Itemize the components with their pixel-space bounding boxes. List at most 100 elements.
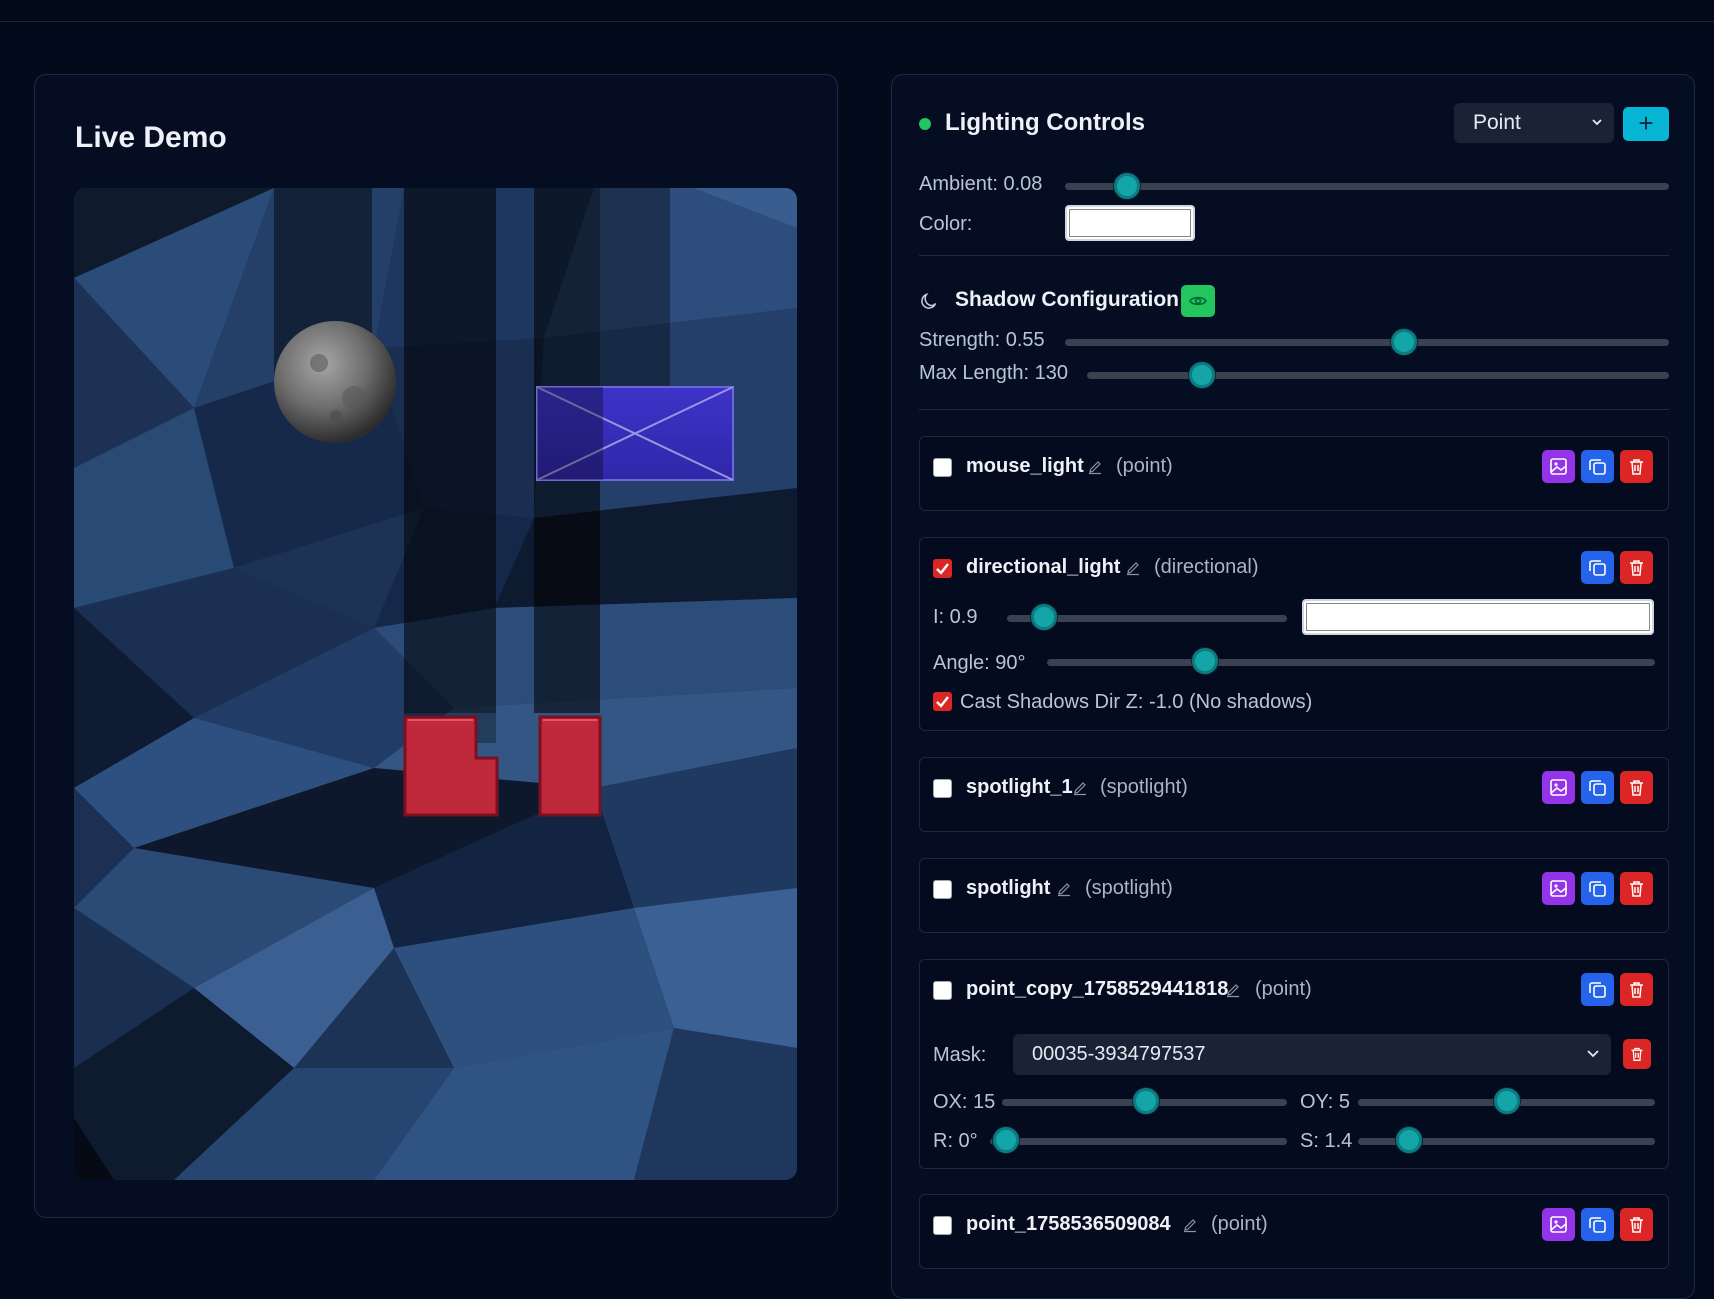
strength-label: Strength: 0.55: [919, 329, 1045, 351]
light-enable-checkbox[interactable]: [933, 559, 952, 578]
trash-icon: [1630, 780, 1643, 796]
delete-light-button[interactable]: [1620, 1208, 1653, 1241]
light-color-swatch[interactable]: [1302, 599, 1654, 635]
assign-mask-button[interactable]: [1542, 872, 1575, 905]
chevron-down-icon: [1592, 119, 1602, 126]
strength-slider[interactable]: [1065, 339, 1669, 346]
delete-light-button[interactable]: [1620, 973, 1653, 1006]
add-light-button[interactable]: +: [1623, 107, 1669, 141]
assign-mask-button[interactable]: [1542, 450, 1575, 483]
light-type: (spotlight): [1100, 776, 1188, 798]
pencil-icon[interactable]: [1182, 1217, 1198, 1233]
delete-light-button[interactable]: [1620, 450, 1653, 483]
pencil-icon[interactable]: [1225, 982, 1241, 998]
light-item-spotlight: spotlight (spotlight): [919, 858, 1669, 933]
image-icon: [1550, 1216, 1567, 1233]
light-name: spotlight_1: [966, 776, 1073, 798]
max-length-slider[interactable]: [1087, 372, 1669, 379]
angle-slider-thumb[interactable]: [1192, 648, 1218, 674]
assign-mask-button[interactable]: [1542, 771, 1575, 804]
trash-icon: [1630, 1217, 1643, 1233]
eye-icon: [1189, 296, 1207, 306]
ambient-label: Ambient: 0.08: [919, 173, 1043, 195]
duplicate-light-button[interactable]: [1581, 551, 1614, 584]
shadow-config-title: Shadow Configuration: [955, 288, 1179, 311]
pencil-icon[interactable]: [1087, 459, 1103, 475]
light-type-select[interactable]: Point: [1454, 103, 1614, 143]
duplicate-light-button[interactable]: [1581, 450, 1614, 483]
pencil-icon[interactable]: [1125, 560, 1141, 576]
light-item-directional-light: directional_light (directional) I: 0.9 A…: [919, 537, 1669, 731]
shadow-config-header: Shadow Configuration: [919, 283, 1669, 319]
strength-row: Strength: 0.55: [919, 329, 1669, 359]
rotation-slider[interactable]: [990, 1138, 1287, 1145]
pencil-icon[interactable]: [1072, 780, 1088, 796]
color-label: Color:: [919, 213, 973, 235]
offset-x-label: OX: 15: [933, 1091, 996, 1113]
color-row: Color:: [919, 205, 1669, 245]
delete-light-button[interactable]: [1620, 872, 1653, 905]
intensity-label: I: 0.9: [933, 606, 978, 628]
duplicate-light-button[interactable]: [1581, 771, 1614, 804]
red-bar-block[interactable]: [538, 715, 602, 817]
angle-label: Angle: 90°: [933, 652, 1026, 674]
light-name: spotlight: [966, 877, 1051, 899]
rotation-slider-thumb[interactable]: [993, 1127, 1019, 1153]
light-type: (directional): [1154, 556, 1259, 578]
light-enable-checkbox[interactable]: [933, 779, 952, 798]
light-enable-checkbox[interactable]: [933, 880, 952, 899]
assign-mask-button[interactable]: [1542, 1208, 1575, 1241]
offset-y-slider-thumb[interactable]: [1494, 1088, 1520, 1114]
ambient-slider[interactable]: [1065, 183, 1669, 190]
duplicate-light-button[interactable]: [1581, 1208, 1614, 1241]
status-dot: [919, 118, 931, 130]
duplicate-light-button[interactable]: [1581, 872, 1614, 905]
mask-value: 00035-3934797537: [1032, 1043, 1206, 1065]
controls-title: Lighting Controls: [945, 109, 1145, 136]
light-name: point_1758536509084: [966, 1213, 1171, 1235]
moon-sprite[interactable]: [274, 321, 396, 443]
pencil-icon[interactable]: [1056, 881, 1072, 897]
moon-icon: [921, 292, 937, 309]
light-item-spotlight-1: spotlight_1 (spotlight): [919, 757, 1669, 832]
check-icon: [936, 563, 949, 575]
max-length-slider-thumb[interactable]: [1189, 362, 1215, 388]
duplicate-light-button[interactable]: [1581, 973, 1614, 1006]
light-enable-checkbox[interactable]: [933, 1216, 952, 1235]
delete-light-button[interactable]: [1620, 771, 1653, 804]
light-name: point_copy_1758529441818: [966, 978, 1229, 1000]
cast-shadows-checkbox[interactable]: [933, 692, 952, 711]
copy-icon: [1589, 1217, 1606, 1233]
strength-slider-thumb[interactable]: [1391, 329, 1417, 355]
light-item-point: point_1758536509084 (point): [919, 1194, 1669, 1269]
blue-crate[interactable]: [536, 386, 734, 481]
image-icon: [1550, 779, 1567, 796]
light-enable-checkbox[interactable]: [933, 981, 952, 1000]
light-enable-checkbox[interactable]: [933, 458, 952, 477]
chevron-down-icon: [1587, 1050, 1599, 1058]
light-type-value: Point: [1473, 111, 1521, 134]
ambient-slider-thumb[interactable]: [1114, 173, 1140, 199]
lighting-controls-card: Lighting Controls Point + Ambient: 0.08 …: [891, 74, 1695, 1299]
check-icon: [936, 696, 949, 708]
remove-mask-button[interactable]: [1623, 1039, 1651, 1069]
light-item-point-copy: point_copy_1758529441818 (point) Mask: 0…: [919, 959, 1669, 1169]
scene: [74, 188, 797, 1180]
offset-y-label: OY: 5: [1300, 1091, 1351, 1113]
demo-canvas[interactable]: [74, 188, 797, 1180]
angle-slider[interactable]: [1047, 659, 1655, 666]
image-icon: [1550, 880, 1567, 897]
trash-icon: [1630, 459, 1643, 475]
shadow-visibility-toggle[interactable]: [1181, 285, 1215, 317]
intensity-slider-thumb[interactable]: [1031, 604, 1057, 630]
max-length-label: Max Length: 130: [919, 362, 1068, 384]
copy-icon: [1589, 459, 1606, 475]
offset-x-slider-thumb[interactable]: [1133, 1088, 1159, 1114]
copy-icon: [1589, 982, 1606, 998]
delete-light-button[interactable]: [1620, 551, 1653, 584]
ambient-color-swatch[interactable]: [1065, 205, 1195, 241]
scale-slider-thumb[interactable]: [1396, 1127, 1422, 1153]
mask-select[interactable]: 00035-3934797537: [1013, 1034, 1611, 1075]
light-type: (point): [1211, 1213, 1268, 1235]
light-name: directional_light: [966, 556, 1121, 578]
